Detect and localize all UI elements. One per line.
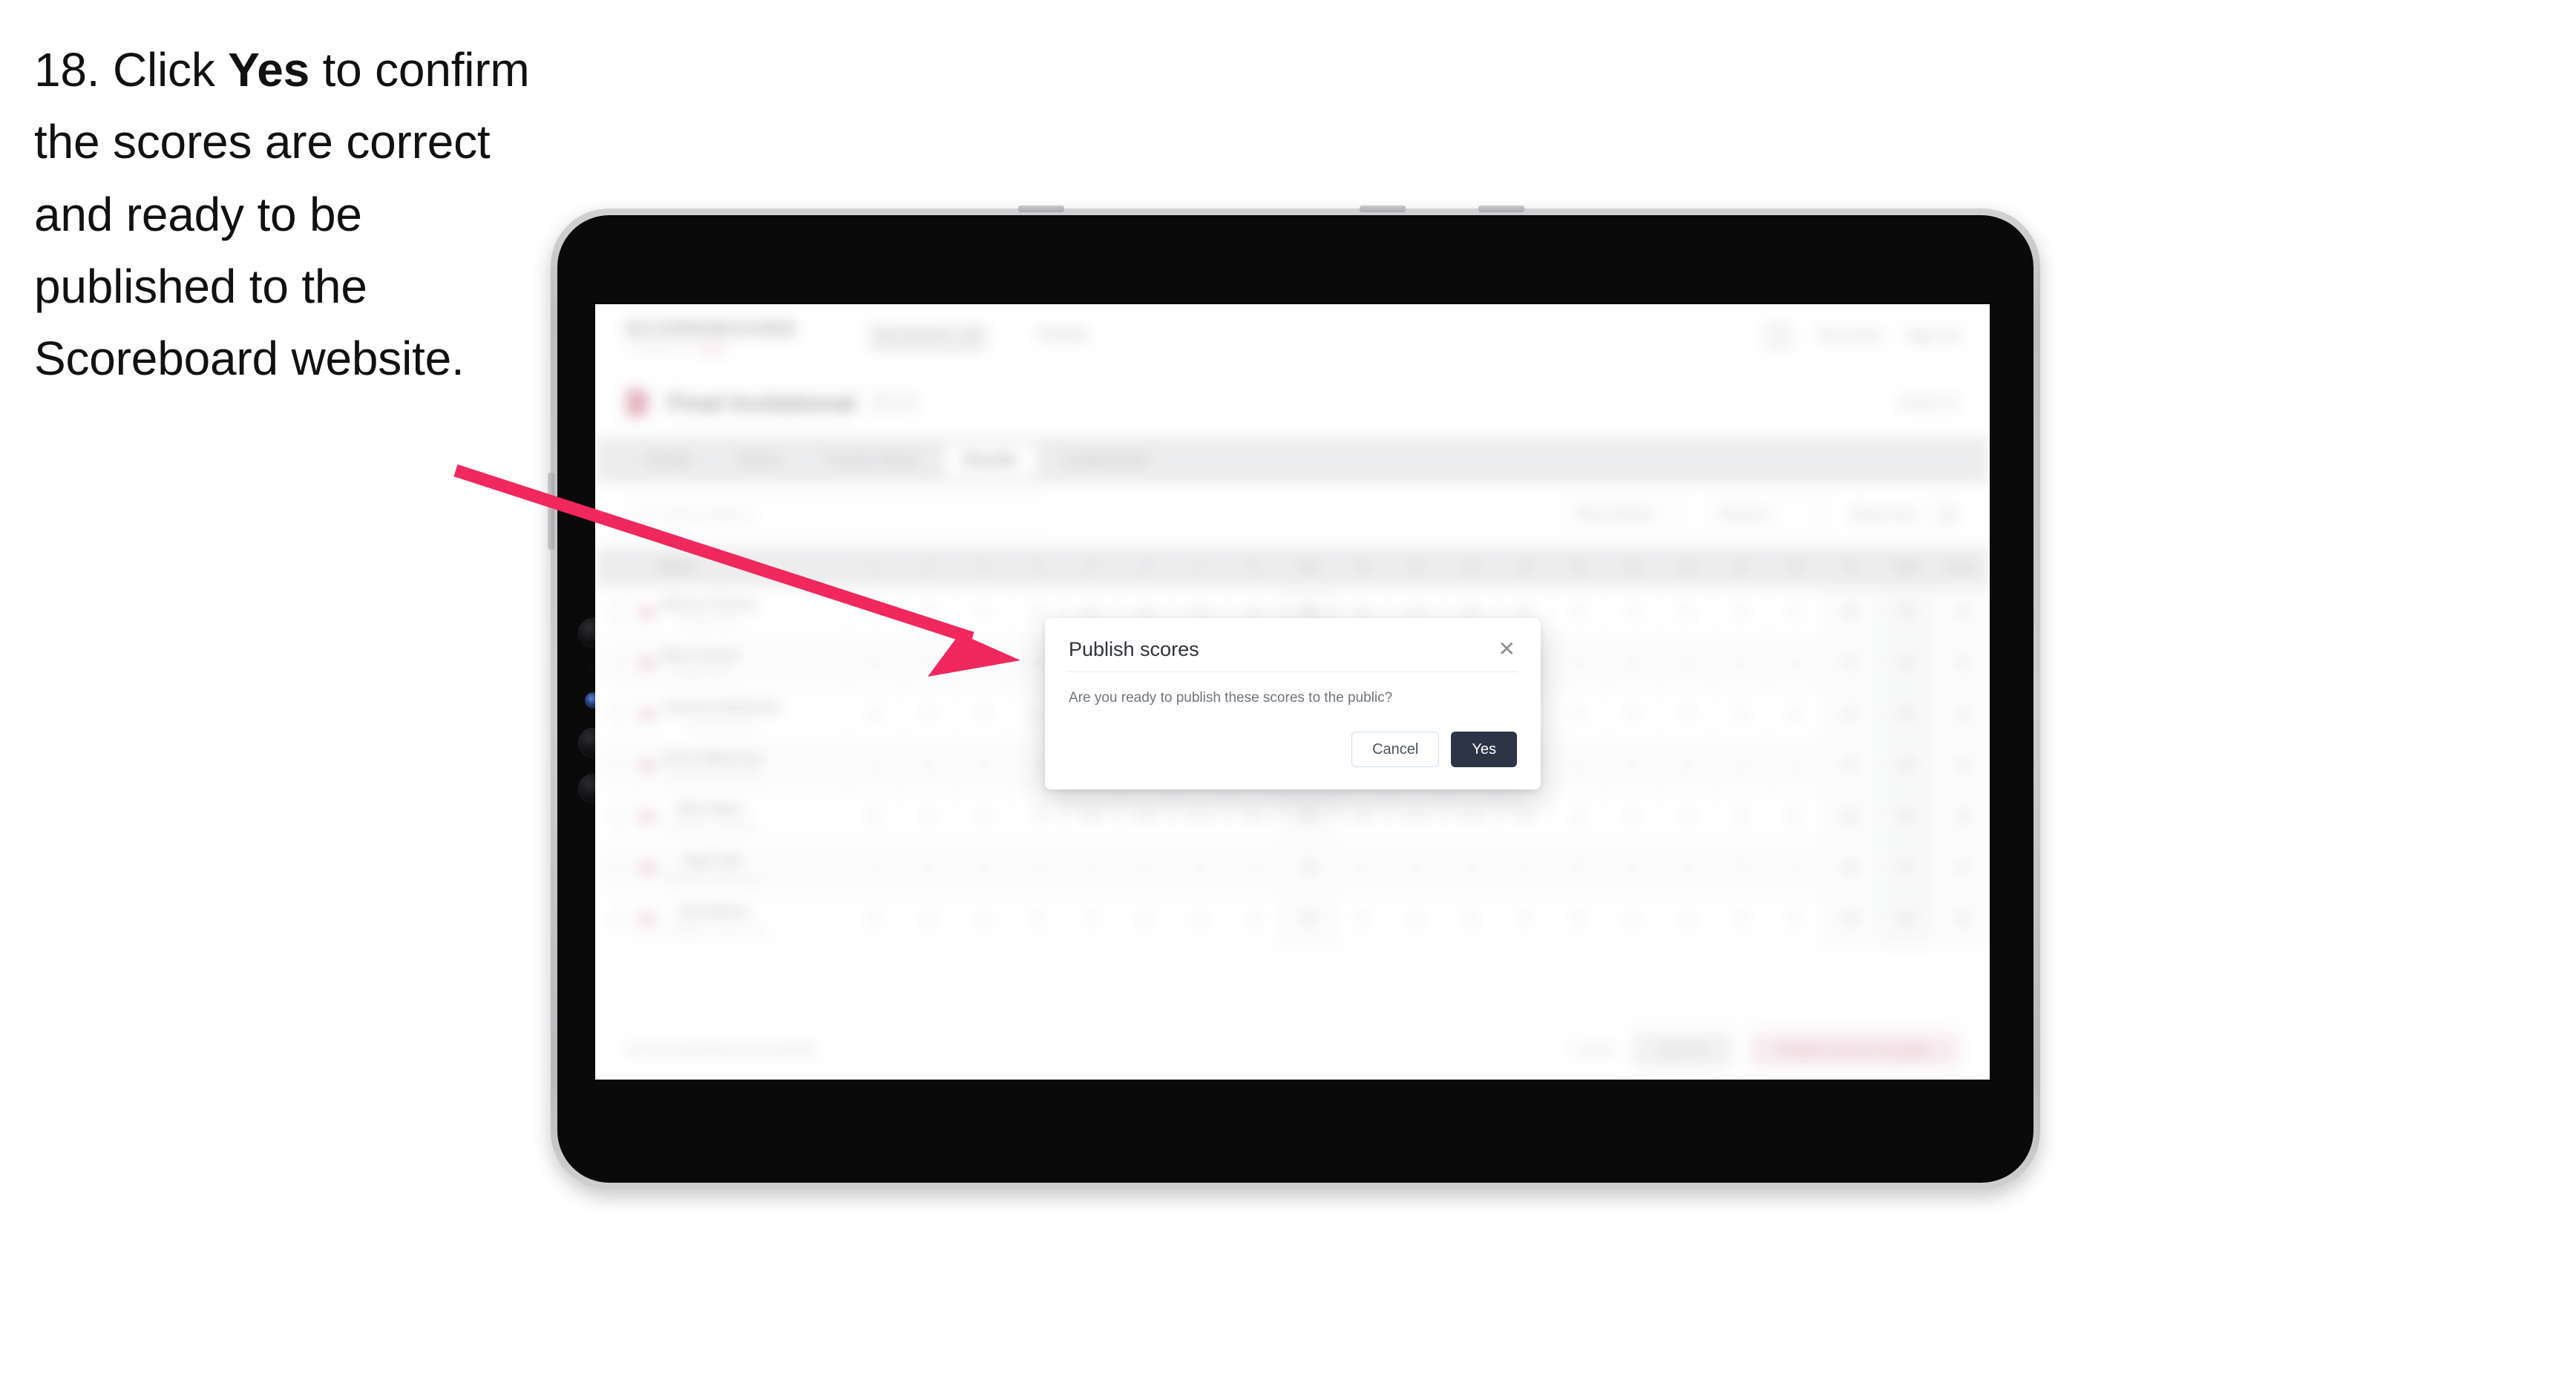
tablet-side-button	[548, 473, 554, 550]
dialog-title: Publish scores	[1069, 638, 1199, 660]
instruction-emphasis: Yes	[228, 43, 309, 96]
tablet-top-button-3	[1478, 206, 1524, 212]
yes-button[interactable]: Yes	[1451, 731, 1517, 767]
dialog-header: Publish scores ✕	[1069, 638, 1517, 672]
dialog-actions: Cancel Yes	[1069, 706, 1517, 767]
dialog-body-text: Are you ready to publish these scores to…	[1069, 689, 1393, 706]
cancel-button[interactable]: Cancel	[1351, 731, 1440, 767]
tablet-top-button-1	[1018, 206, 1064, 212]
instruction-text: 18. Click Yes to confirm the scores are …	[34, 34, 568, 395]
instruction-step-number: 18.	[34, 43, 100, 96]
publish-scores-dialog: Publish scores ✕ Are you ready to publis…	[1045, 618, 1541, 789]
close-icon[interactable]: ✕	[1497, 639, 1517, 660]
tablet-top-button-2	[1360, 206, 1406, 212]
instruction-before: Click	[112, 43, 215, 96]
tablet-screen: SCOREBOARD POWERED BY GOLF Tournament Hu…	[595, 304, 1990, 1080]
